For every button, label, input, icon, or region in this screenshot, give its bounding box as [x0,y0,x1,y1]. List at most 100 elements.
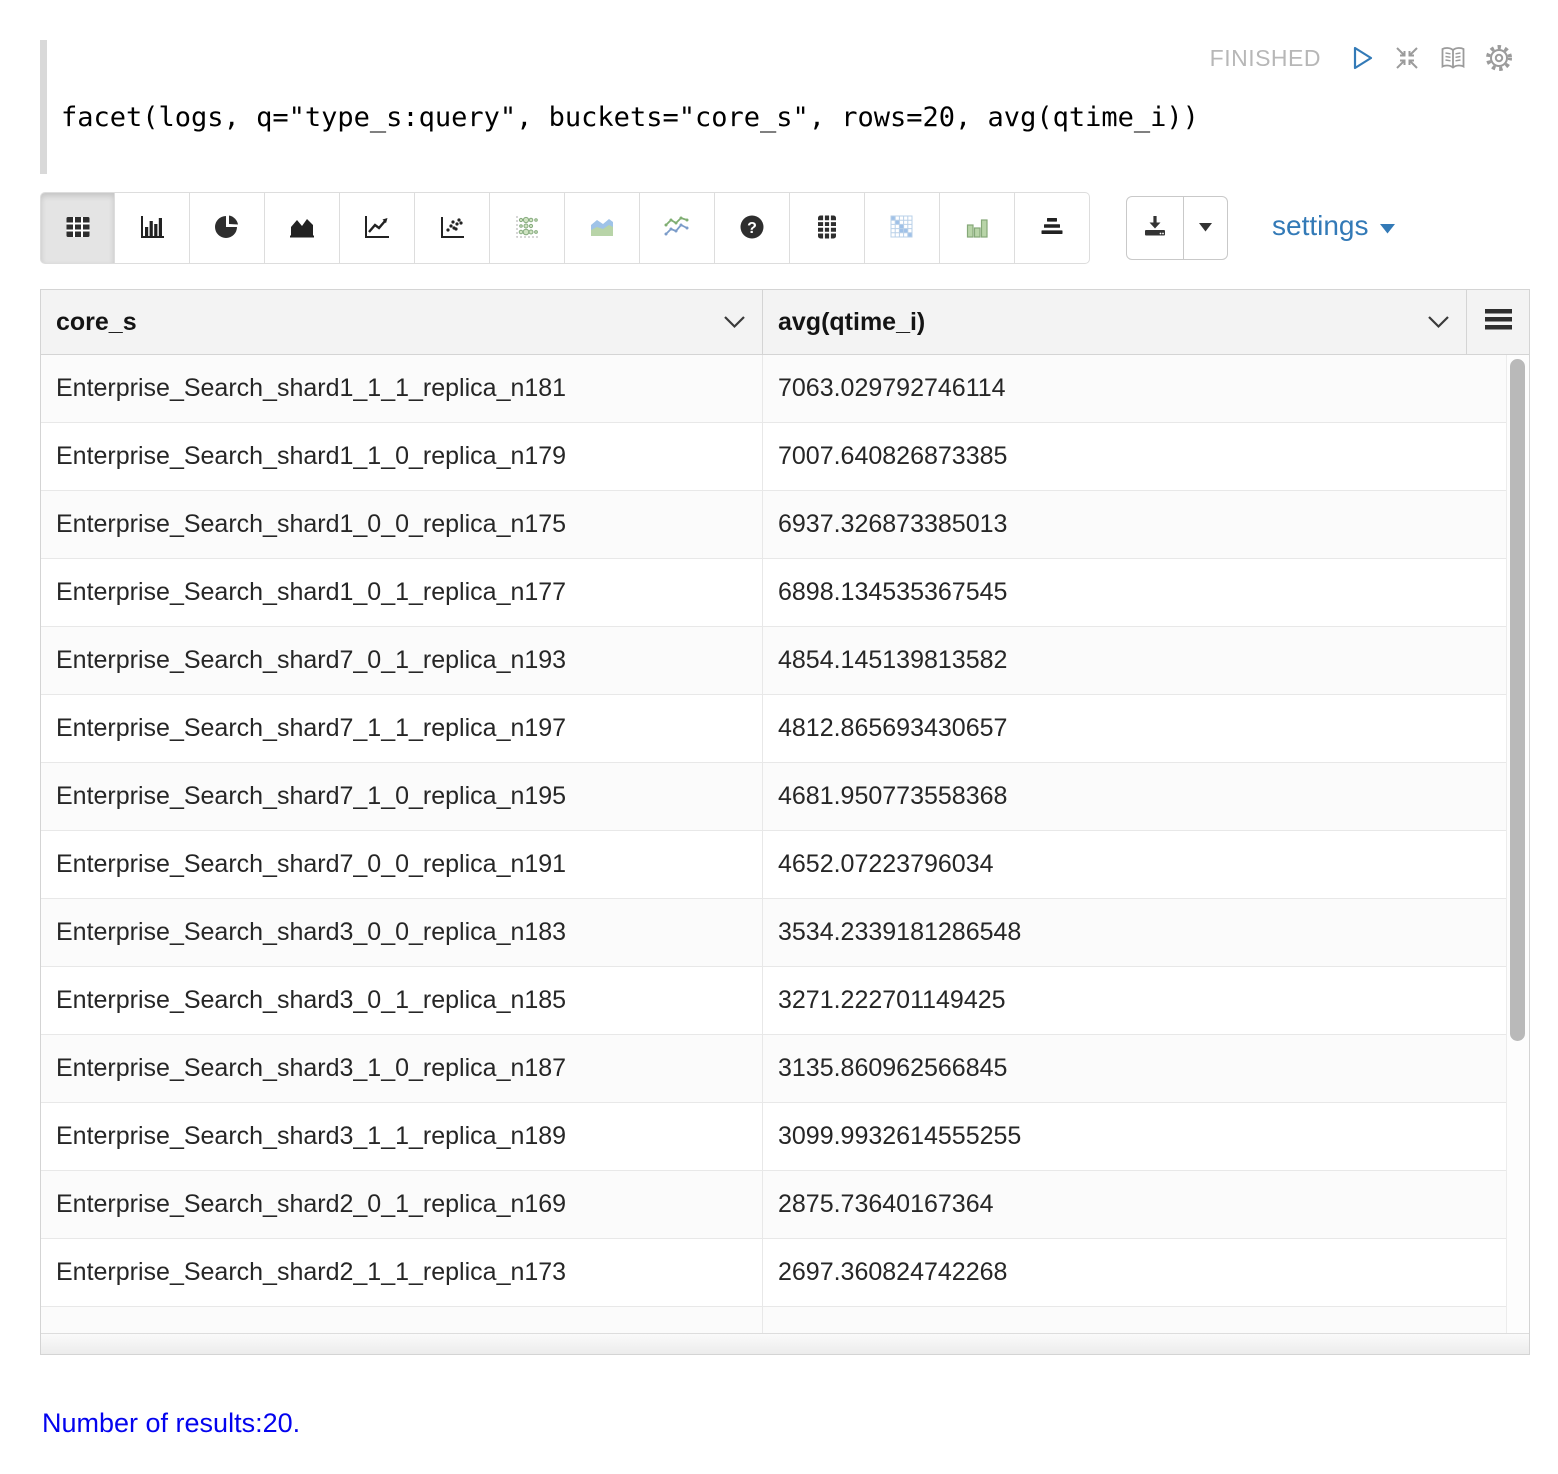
stacked-area-chart-icon [587,212,617,245]
cell-avg-qtime-i: 4652.07223796034 [763,831,1507,898]
chart-type-pie-chart-button[interactable] [190,192,265,264]
grid-menu-button[interactable] [1466,290,1529,354]
table-row[interactable]: Enterprise_Search_shard1_1_0_replica_n17… [41,423,1507,491]
book-icon[interactable] [1437,42,1469,74]
cell-avg-qtime-i: 3135.860962566845 [763,1035,1507,1102]
table-row[interactable]: Enterprise_Search_shard7_1_0_replica_n19… [41,763,1507,831]
heatmap-icon [887,212,917,245]
download-button[interactable] [1126,196,1184,260]
cell-avg-qtime-i: 2697.360824742268 [763,1239,1507,1306]
cell-avg-qtime-i: 2875.73640167364 [763,1171,1507,1238]
cell-core-s: Enterprise_Search_shard1_0_0_replica_n17… [41,491,763,558]
cell-core-s: Enterprise_Search_shard3_0_0_replica_n18… [41,899,763,966]
cell-avg-qtime-i: 6937.326873385013 [763,491,1507,558]
cell-avg-qtime-i: 6898.134535367545 [763,559,1507,626]
chart-type-bar-chart-button[interactable] [115,192,190,264]
settings-caret-icon [1379,210,1396,242]
compress-icon[interactable] [1391,42,1423,74]
settings-dropdown[interactable]: settings [1272,210,1396,242]
editor-gutter [40,40,47,174]
table-row[interactable]: Enterprise_Search_shard7_0_1_replica_n19… [41,627,1507,695]
cell-avg-qtime-i: 4681.950773558368 [763,763,1507,830]
gear-icon[interactable] [1483,42,1515,74]
chart-type-column-chart-button[interactable] [940,192,1015,264]
line-chart-icon [362,212,392,245]
bubble-chart-icon [512,212,542,245]
cell-core-s: Enterprise_Search_shard7_1_0_replica_n19… [41,763,763,830]
area-chart-icon [287,212,317,245]
download-split-button [1126,196,1228,260]
cell-core-s: Enterprise_Search_shard1_0_1_replica_n17… [41,559,763,626]
cell-core-s: Enterprise_Search_shard7_0_1_replica_n19… [41,627,763,694]
table-row[interactable]: Enterprise_Search_shard3_0_1_replica_n18… [41,967,1507,1035]
chevron-down-icon[interactable] [723,315,746,329]
cell-core-s: Enterprise_Search_shard1_1_0_replica_n17… [41,423,763,490]
chart-type-line-chart-button[interactable] [340,192,415,264]
chart-type-pivot-table-button[interactable] [790,192,865,264]
settings-label: settings [1272,210,1369,242]
cell-core-s: Enterprise_Search_shard2_0_1_replica_n16… [41,1171,763,1238]
chart-type-bubble-chart-button[interactable] [490,192,565,264]
table-row[interactable]: Enterprise_Search_shard3_1_0_replica_n18… [41,1035,1507,1103]
column-chart-icon [962,212,992,245]
cell-core-s: Enterprise_Search_shard3_0_1_replica_n18… [41,967,763,1034]
cell-core-s: Enterprise_Search_shard1_1_1_replica_n18… [41,355,763,422]
table-row[interactable] [41,1307,1507,1333]
cell-core-s: Enterprise_Search_shard3_1_1_replica_n18… [41,1103,763,1170]
cell-avg-qtime-i: 3534.2339181286548 [763,899,1507,966]
result-grid: core_s avg(qtime_i) Enterprise_Search_sh… [40,289,1530,1355]
svg-text:?: ? [747,220,757,237]
chart-type-help-button[interactable]: ? [715,192,790,264]
grid-rows: Enterprise_Search_shard1_1_1_replica_n18… [41,355,1507,1333]
chart-type-toolbar: ? [40,192,1090,264]
chart-type-area-chart-button[interactable] [265,192,340,264]
cell-avg-qtime-i: 7007.640826873385 [763,423,1507,490]
cell-core-s [41,1307,763,1333]
vertical-scrollbar[interactable] [1506,355,1529,1333]
chart-type-heatmap-button[interactable] [865,192,940,264]
chart-type-stacked-area-chart-button[interactable] [565,192,640,264]
paragraph-status: FINISHED [1210,45,1321,72]
pie-chart-icon [212,212,242,245]
chart-type-table-button[interactable] [40,192,115,264]
table-icon [63,212,93,245]
cell-avg-qtime-i: 4854.145139813582 [763,627,1507,694]
align-center-icon [1037,212,1067,245]
code-editor[interactable]: facet(logs, q="type_s:query", buckets="c… [61,102,1199,133]
horizontal-scrollbar[interactable] [41,1333,1529,1354]
table-row[interactable]: Enterprise_Search_shard3_0_0_replica_n18… [41,899,1507,967]
cell-avg-qtime-i: 3271.222701149425 [763,967,1507,1034]
vertical-scrollbar-thumb[interactable] [1510,359,1525,1041]
chart-type-align-center-button[interactable] [1015,192,1090,264]
cell-avg-qtime-i: 4812.865693430657 [763,695,1507,762]
table-row[interactable]: Enterprise_Search_shard1_1_1_replica_n18… [41,355,1507,423]
chart-type-multi-line-chart-button[interactable] [640,192,715,264]
cell-core-s: Enterprise_Search_shard2_1_1_replica_n17… [41,1239,763,1306]
column-header-avg-qtime-i[interactable]: avg(qtime_i) [763,290,1466,354]
table-row[interactable]: Enterprise_Search_shard1_0_0_replica_n17… [41,491,1507,559]
table-row[interactable]: Enterprise_Search_shard3_1_1_replica_n18… [41,1103,1507,1171]
table-row[interactable]: Enterprise_Search_shard1_0_1_replica_n17… [41,559,1507,627]
scatter-chart-icon [437,212,467,245]
download-caret-button[interactable] [1184,196,1228,260]
cell-avg-qtime-i [763,1307,1507,1333]
results-count: Number of results:20. [42,1408,300,1439]
chevron-down-icon[interactable] [1427,315,1450,329]
bar-chart-icon [137,212,167,245]
table-row[interactable]: Enterprise_Search_shard2_1_1_replica_n17… [41,1239,1507,1307]
column-header-label: core_s [56,308,137,337]
run-icon[interactable] [1345,42,1377,74]
table-row[interactable]: Enterprise_Search_shard7_0_0_replica_n19… [41,831,1507,899]
multi-line-chart-icon [662,212,692,245]
grid-body: Enterprise_Search_shard1_1_1_replica_n18… [41,355,1529,1333]
cell-avg-qtime-i: 3099.9932614555255 [763,1103,1507,1170]
column-header-label: avg(qtime_i) [778,308,925,337]
download-icon [1140,212,1170,245]
cell-core-s: Enterprise_Search_shard7_1_1_replica_n19… [41,695,763,762]
chart-type-scatter-chart-button[interactable] [415,192,490,264]
grid-header: core_s avg(qtime_i) [41,290,1529,355]
help-icon: ? [737,212,767,245]
table-row[interactable]: Enterprise_Search_shard7_1_1_replica_n19… [41,695,1507,763]
column-header-core-s[interactable]: core_s [41,290,763,354]
table-row[interactable]: Enterprise_Search_shard2_0_1_replica_n16… [41,1171,1507,1239]
